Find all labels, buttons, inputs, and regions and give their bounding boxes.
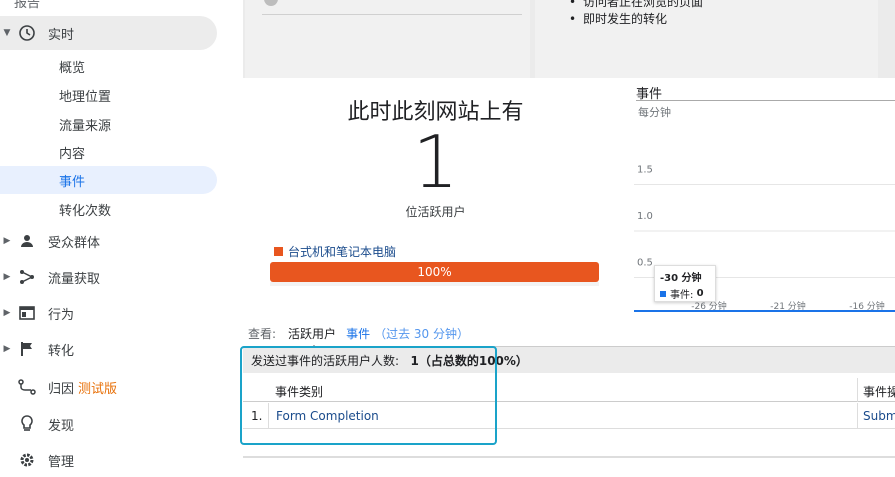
sidebar-item-conversion[interactable]: ▶ 转化 — [0, 332, 74, 366]
tooltip-title: -30 分钟 — [660, 273, 702, 284]
sidebar-item-label: 行为 — [48, 307, 75, 323]
section-label: 报告 — [14, 0, 41, 11]
sidebar-sub-content[interactable]: 内容 — [0, 138, 217, 166]
sidebar-item-label: 受众群体 — [48, 235, 101, 251]
caret-right-icon: ▶ — [3, 272, 11, 282]
sidebar-item-label: 管理 — [48, 454, 75, 470]
sidebar-item-label: 流量获取 — [48, 271, 101, 287]
sidebar-item-behavior[interactable]: ▶ 行为 — [0, 296, 74, 330]
caret-right-icon: ▶ — [3, 236, 11, 246]
view-tabs: 查看: 活跃用户 事件 （过去 30 分钟） — [248, 325, 469, 351]
caret-down-icon: ▼ — [3, 28, 11, 38]
tab-events-note[interactable]: （过去 30 分钟） — [374, 325, 469, 342]
device-percent: 100% — [417, 265, 452, 279]
chart-tooltip: -30 分钟 事件: 0 — [654, 265, 716, 302]
bullet-item: 访问者正在浏览的页面 — [569, 0, 703, 11]
sidebar-item-discover[interactable]: 发现 — [0, 407, 74, 441]
sidebar-sub-events[interactable]: 事件 — [0, 166, 217, 194]
x-tick-label: -21 分钟 — [770, 300, 806, 312]
sidebar-item-label: 归因 — [48, 381, 75, 397]
device-swatch — [274, 247, 283, 256]
flag-icon — [16, 338, 38, 360]
behavior-icon — [16, 302, 38, 324]
device-label: 台式机和笔记本电脑 — [288, 245, 397, 259]
lightbulb-icon — [16, 413, 38, 435]
column-header-action[interactable]: 事件操 — [863, 383, 895, 400]
device-progress-bar: 100% — [270, 262, 599, 282]
acquisition-icon — [16, 266, 38, 288]
caret-right-icon: ▶ — [3, 308, 11, 318]
sidebar-item-audience[interactable]: ▶ 受众群体 — [0, 224, 100, 258]
bottom-divider — [243, 456, 895, 458]
sidebar-item-admin[interactable]: 管理 — [0, 443, 74, 477]
highlight-box — [240, 346, 497, 445]
sidebar-sub-location[interactable]: 地理位置 — [0, 81, 217, 109]
sidebar-sub-traffic[interactable]: 流量来源 — [0, 110, 217, 138]
sidebar-sub-overview[interactable]: 概览 — [0, 52, 217, 80]
x-tick-label: -16 分钟 — [849, 300, 885, 312]
bullet-item: 即时发生的转化 — [569, 11, 703, 28]
sidebar-item-acquisition[interactable]: ▶ 流量获取 — [0, 260, 100, 294]
sidebar-item-label: 实时 — [48, 27, 75, 43]
chart-divider — [636, 100, 895, 101]
person-icon — [16, 230, 38, 252]
active-users-label: 位活跃用户 — [405, 205, 466, 219]
column-divider — [857, 403, 858, 429]
clock-icon — [16, 22, 38, 44]
y-tick-label: 0.5 — [637, 258, 653, 269]
event-action-link[interactable]: Submi — [863, 409, 895, 423]
sidebar: 报告 ▼ 实时 概览 地理位置 流量来源 内容 事件 转化次数 ▶ 受众群体 ▶… — [0, 0, 237, 473]
sidebar-sub-conversions[interactable]: 转化次数 — [0, 195, 217, 223]
tooltip-series-label: 事件: — [670, 290, 694, 301]
sidebar-item-label: 转化 — [48, 343, 75, 359]
divider — [262, 14, 522, 15]
caret-right-icon: ▶ — [3, 344, 11, 354]
attribution-icon — [16, 376, 38, 398]
beta-badge: 测试版 — [78, 381, 118, 397]
tab-events[interactable]: 事件 — [346, 325, 370, 342]
sidebar-item-label: 发现 — [48, 418, 75, 434]
tab-active-users[interactable]: 活跃用户 — [288, 325, 336, 351]
sidebar-item-attribution[interactable]: 归因 测试版 — [0, 370, 117, 404]
progress-shadow — [270, 282, 599, 286]
active-users-count: 1 — [412, 120, 459, 204]
device-legend: 台式机和笔记本电脑 — [274, 243, 396, 260]
tooltip-value: 0 — [696, 288, 704, 299]
column-divider — [857, 378, 858, 402]
sidebar-item-realtime[interactable]: ▼ 实时 — [0, 16, 217, 50]
info-bullets: 访问者正在浏览的页面 即时发生的转化 — [569, 0, 703, 28]
view-label: 查看: — [248, 327, 277, 341]
tooltip-row: 事件: 0 — [660, 286, 710, 301]
gear-icon — [16, 449, 38, 471]
y-tick-label: 1.5 — [637, 165, 653, 176]
info-panel-left — [245, 0, 530, 78]
tooltip-swatch — [660, 290, 666, 297]
y-tick-label: 1.0 — [637, 211, 653, 222]
